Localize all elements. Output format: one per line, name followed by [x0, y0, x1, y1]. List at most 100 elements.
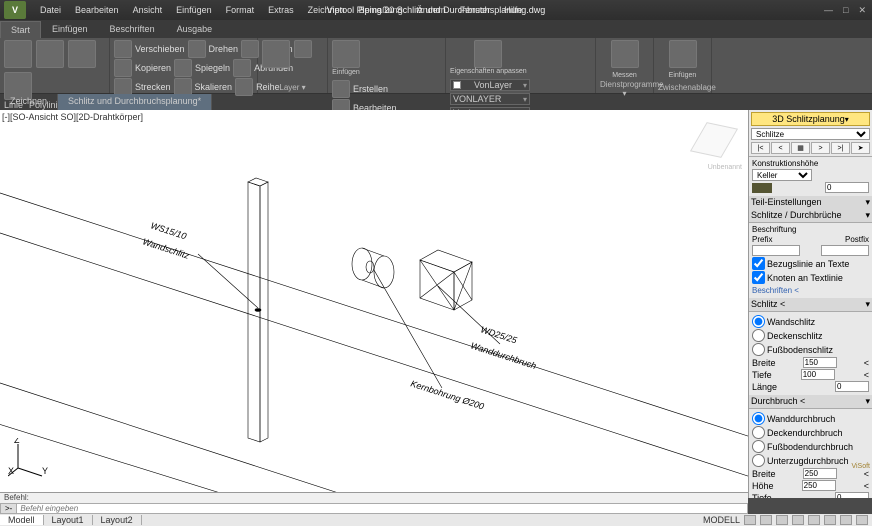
- insert-block-icon[interactable]: [332, 40, 360, 68]
- status-btn-3[interactable]: [776, 515, 788, 525]
- status-btn-7[interactable]: [840, 515, 852, 525]
- svg-text:Z: Z: [14, 438, 20, 445]
- doc-tab-schlitz[interactable]: Schlitz und Durchbruchsplanung*: [58, 94, 212, 110]
- d-breite-input[interactable]: [803, 468, 837, 479]
- doc-tab-zeichnen[interactable]: Zeichnen: [0, 94, 58, 110]
- ribbon-group-zeichnen: Linie Polylinie Kreis Bogen Zeichnen ▾: [0, 38, 110, 93]
- nav-prev-button[interactable]: <: [771, 142, 790, 154]
- tab-beschriften[interactable]: Beschriften: [99, 20, 166, 38]
- fillet-icon[interactable]: [233, 59, 251, 77]
- layer-prop-icon[interactable]: [294, 40, 312, 58]
- menu-bearbeiten[interactable]: Bearbeiten: [69, 3, 125, 17]
- nav-arrow-button[interactable]: ➤: [851, 142, 870, 154]
- skalieren-label: Skalieren: [195, 82, 233, 92]
- nav-last-button[interactable]: >|: [831, 142, 850, 154]
- array-icon[interactable]: [235, 78, 253, 96]
- maximize-icon[interactable]: □: [843, 5, 848, 16]
- radio-unterzugdurchbruch[interactable]: [752, 454, 765, 467]
- s-breite-input[interactable]: [803, 357, 837, 368]
- wanddurchbruch-label: Wanddurchbruch: [767, 414, 835, 424]
- status-btn-6[interactable]: [824, 515, 836, 525]
- teil-section-header[interactable]: Teil-Einstellungen▾: [749, 196, 872, 209]
- layout-tab-modell[interactable]: Modell: [0, 515, 44, 525]
- status-btn-2[interactable]: [760, 515, 772, 525]
- properties-icon[interactable]: [474, 40, 502, 68]
- beschriften-link[interactable]: Beschriften <: [752, 285, 869, 296]
- fussbodenschlitz-label: Fußbodenschlitz: [767, 345, 833, 355]
- radio-fussbodenschlitz[interactable]: [752, 343, 765, 356]
- chk-bezugslinie[interactable]: [752, 257, 765, 270]
- radio-fussbodendurchbruch[interactable]: [752, 440, 765, 453]
- status-btn-5[interactable]: [808, 515, 820, 525]
- layout-tab-1[interactable]: Layout1: [44, 515, 93, 525]
- sd-section-header[interactable]: Schlitze / Durchbrüche▾: [749, 209, 872, 222]
- prefix-input[interactable]: [752, 245, 800, 256]
- radio-wandschlitz[interactable]: [752, 315, 765, 328]
- viewport[interactable]: [-][SO-Ansicht SO][2D-Drahtkörper]: [0, 110, 748, 498]
- minimize-icon[interactable]: —: [824, 5, 833, 16]
- line-icon[interactable]: [4, 40, 32, 68]
- durchbruch-header[interactable]: Durchbruch <▾: [749, 395, 872, 408]
- d-hoehe-input[interactable]: [802, 480, 836, 491]
- view-cube[interactable]: [694, 120, 734, 160]
- radio-deckendurchbruch[interactable]: [752, 426, 765, 439]
- menu-datei[interactable]: Datei: [34, 3, 67, 17]
- panel-header[interactable]: 3D Schlitzplanung ▾: [751, 112, 870, 126]
- menu-ansicht[interactable]: Ansicht: [127, 3, 169, 17]
- copy-icon[interactable]: [114, 59, 132, 77]
- postfix-input[interactable]: [821, 245, 869, 256]
- nav-index-button[interactable]: ▦: [791, 142, 810, 154]
- floor-value-input[interactable]: [825, 182, 869, 193]
- move-icon[interactable]: [114, 40, 132, 58]
- polyline-icon[interactable]: [36, 40, 64, 68]
- drehen-label: Drehen: [209, 44, 239, 54]
- status-model[interactable]: MODELL: [703, 515, 740, 525]
- type-select[interactable]: Schlitze: [751, 128, 870, 140]
- tab-einfuegen[interactable]: Einfügen: [41, 20, 99, 38]
- ribbon-group-zwisch: Einfügen Zwischenablage: [654, 38, 712, 93]
- rotate-icon[interactable]: [188, 40, 206, 58]
- chk-knoten[interactable]: [752, 271, 765, 284]
- radio-deckenschlitz[interactable]: [752, 329, 765, 342]
- menu-einfuegen[interactable]: Einfügen: [170, 3, 218, 17]
- d-tiefe-input[interactable]: [835, 492, 869, 498]
- layer-icon[interactable]: [262, 40, 290, 68]
- schlitz-header[interactable]: Schlitz <▾: [749, 298, 872, 311]
- mirror-icon[interactable]: [174, 59, 192, 77]
- measure-icon[interactable]: [611, 40, 639, 68]
- unterzugdurchbruch-label: Unterzugdurchbruch: [767, 456, 849, 466]
- linetype-combo[interactable]: VONLAYER: [450, 93, 530, 105]
- radio-wanddurchbruch[interactable]: [752, 412, 765, 425]
- status-btn-4[interactable]: [792, 515, 804, 525]
- side-panel: 3D Schlitzplanung ▾ Schlitze |< < ▦ > >|…: [748, 110, 872, 498]
- layer-color-combo[interactable]: VonLayer: [450, 79, 530, 91]
- nav-first-button[interactable]: |<: [751, 142, 770, 154]
- layout-tab-2[interactable]: Layout2: [93, 515, 142, 525]
- s-laenge-input[interactable]: [835, 381, 869, 392]
- close-icon[interactable]: ✕: [858, 5, 866, 16]
- menu-extras[interactable]: Extras: [262, 3, 300, 17]
- s-tiefe-input[interactable]: [801, 369, 835, 380]
- floor-select[interactable]: Keller: [752, 169, 812, 181]
- postfix-label: Postfix: [845, 235, 869, 244]
- group-label-layer: Layer ▾: [262, 82, 323, 93]
- trim-icon[interactable]: [241, 40, 259, 58]
- status-btn-8[interactable]: [856, 515, 868, 525]
- svg-text:Y: Y: [42, 466, 48, 476]
- paste-icon[interactable]: [669, 40, 697, 68]
- nav-next-button[interactable]: >: [811, 142, 830, 154]
- einfuegen-label: Einfügen: [332, 69, 360, 76]
- menu-format[interactable]: Format: [220, 3, 261, 17]
- messen-label: Messen: [612, 72, 637, 79]
- d-tiefe-label: Tiefe: [752, 493, 772, 499]
- command-input[interactable]: [17, 503, 748, 514]
- status-btn-1[interactable]: [744, 515, 756, 525]
- command-history: Befehl:: [0, 493, 748, 503]
- eig-anpassen-label: Eigenschaften anpassen: [450, 68, 527, 75]
- window-title: Viptool Piping 20 Schlitz und Durchbruch…: [327, 5, 545, 15]
- tab-ausgabe[interactable]: Ausgabe: [166, 20, 224, 38]
- circle-icon[interactable]: [68, 40, 96, 68]
- viewport-tag[interactable]: [-][SO-Ansicht SO][2D-Drahtkörper]: [2, 112, 143, 122]
- tab-start[interactable]: Start: [0, 21, 41, 38]
- create-block-icon[interactable]: [332, 80, 350, 98]
